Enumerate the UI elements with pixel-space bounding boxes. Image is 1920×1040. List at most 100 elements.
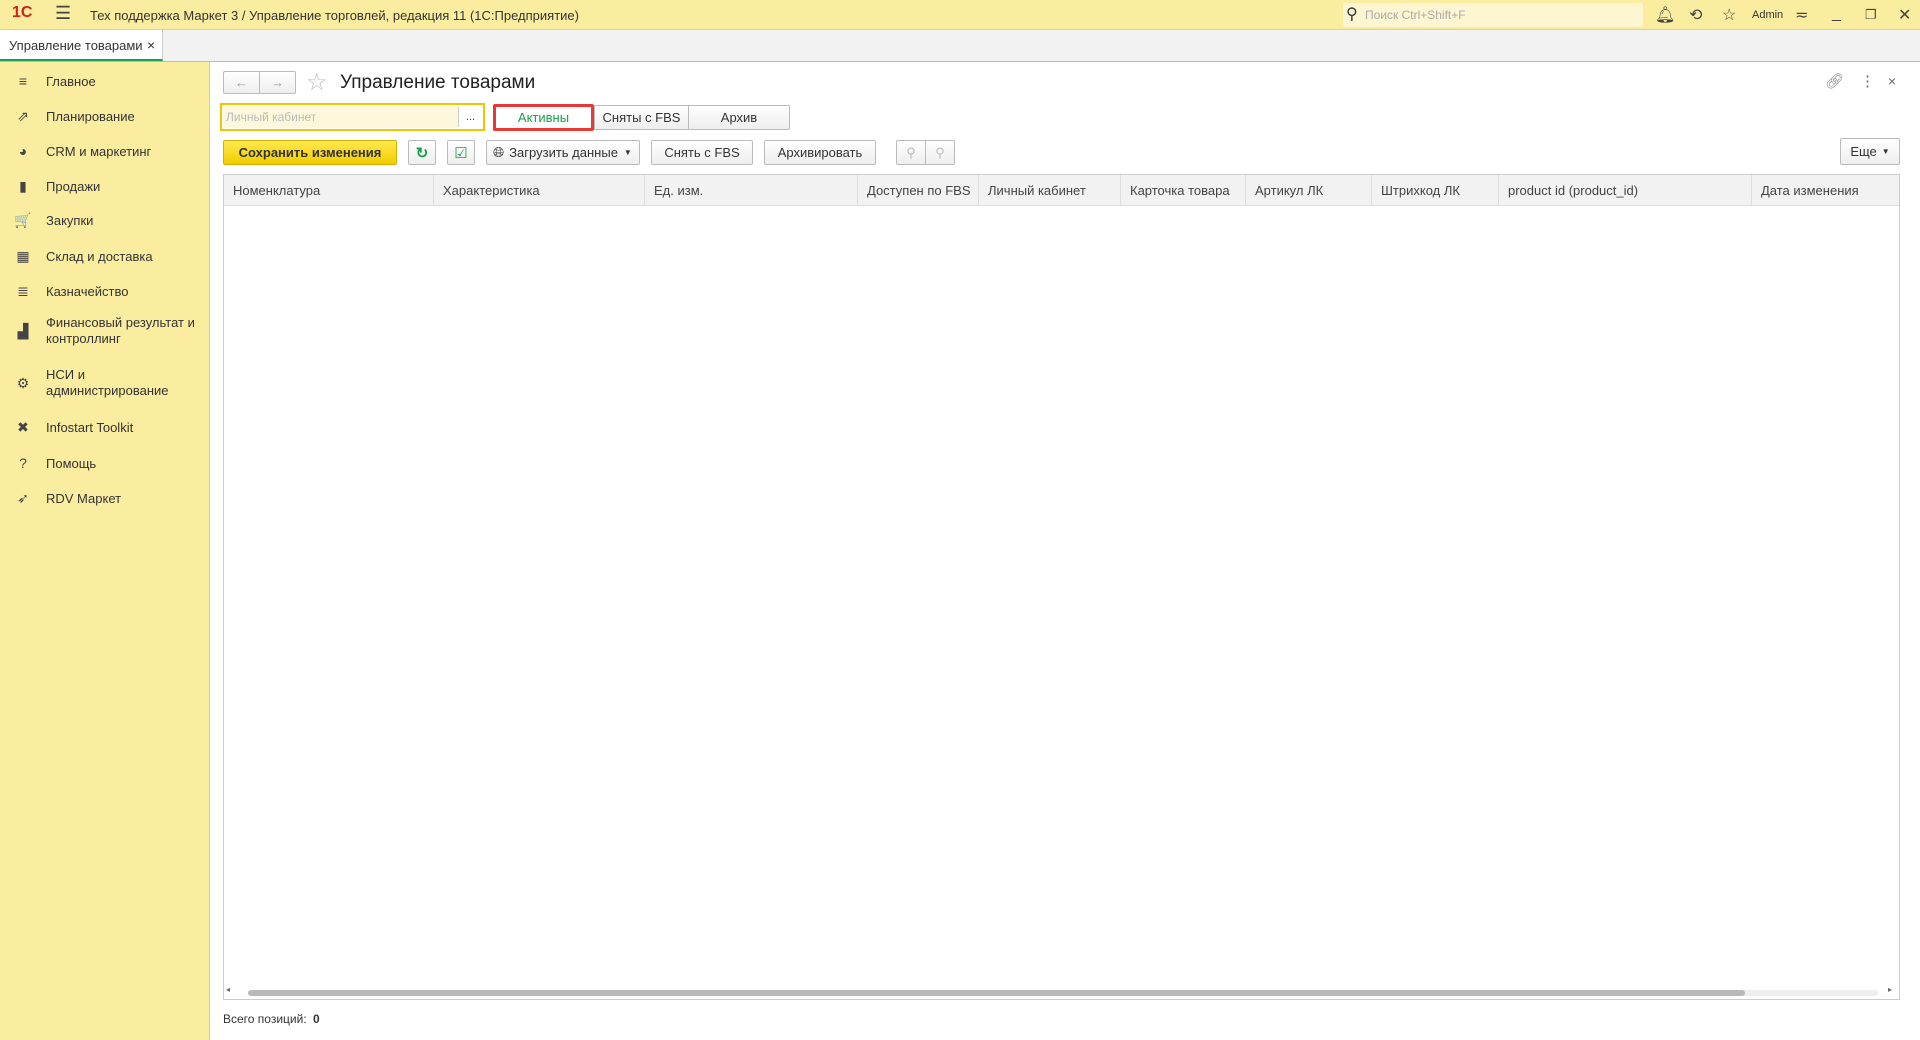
check-all-button[interactable]: ☑	[447, 140, 475, 165]
cart-icon: 🛒	[14, 211, 32, 228]
total-count: 0	[313, 1012, 320, 1026]
more-vertical-icon[interactable]: ⋮	[1860, 72, 1875, 90]
tab-archive[interactable]: Архив	[688, 105, 790, 130]
total-label: Всего позиций:	[223, 1012, 307, 1026]
sidebar-item-infostart[interactable]: ✖ Infostart Toolkit	[0, 417, 210, 437]
close-tab-icon[interactable]: ×	[147, 37, 155, 53]
sidebar-item-label: Склад и доставка	[46, 248, 153, 264]
load-data-label: Загрузить данные	[509, 145, 618, 160]
tab-active[interactable]: Активны	[493, 104, 594, 131]
sidebar-item-label: Планирование	[46, 108, 135, 124]
bar-chart-icon: ▟	[17, 322, 29, 339]
coins-icon: ≣	[17, 282, 29, 299]
minimize-icon[interactable]: _	[1832, 5, 1841, 23]
load-data-button[interactable]: 🌐︎ Загрузить данные ▼	[486, 140, 640, 165]
column-header[interactable]: Штрихкод ЛК	[1372, 175, 1499, 206]
back-button[interactable]: ←	[223, 71, 260, 94]
column-header[interactable]: Характеристика	[434, 175, 645, 206]
clear-search-button[interactable]: ⚲	[925, 140, 955, 165]
search-input[interactable]: ⚲ Поиск Ctrl+Shift+F	[1343, 3, 1643, 27]
column-header[interactable]: Доступен по FBS	[858, 175, 979, 206]
grid-icon: ▦	[16, 247, 30, 264]
horizontal-scrollbar[interactable]: ◂ ▸	[226, 985, 1896, 998]
sidebar-item-label: CRM и маркетинг	[46, 143, 152, 159]
sidebar-item-admin[interactable]: ⚙ НСИ и администрирование	[0, 366, 210, 400]
tools-icon: ✖	[17, 418, 29, 435]
personal-account-field[interactable]: Личный кабинет ...	[220, 103, 485, 131]
sidebar: ≡ Главное ⇗ Планирование ◕ CRM и маркетинг …	[0, 62, 210, 1040]
column-header[interactable]: Номенклатура	[224, 175, 434, 206]
table-header: Номенклатура Характеристика Ед. изм. Дос…	[224, 175, 1899, 206]
column-header[interactable]: Личный кабинет	[979, 175, 1121, 206]
more-button[interactable]: Еще ▼	[1840, 138, 1900, 165]
sidebar-item-label: Казначейство	[46, 283, 129, 299]
restore-icon[interactable]: ❐	[1865, 7, 1877, 23]
close-form-icon[interactable]: ×	[1888, 73, 1896, 89]
sidebar-item-label: RDV Маркет	[46, 490, 122, 506]
bell-icon[interactable]: 🔔︎	[1655, 5, 1675, 25]
tab-removed-fbs[interactable]: Сняты с FBS	[594, 105, 689, 130]
dropdown-arrow-icon: ▼	[623, 148, 632, 157]
sidebar-item-purchases[interactable]: 🛒 Закупки	[0, 210, 210, 230]
column-header[interactable]: Дата изменения	[1752, 175, 1899, 206]
main-menu-icon[interactable]: ☰	[55, 3, 71, 24]
sidebar-item-label: Финансовый результат и контроллинг	[46, 315, 195, 346]
globe-icon: 🌐︎	[493, 144, 505, 160]
refresh-button[interactable]: ↻	[408, 140, 436, 165]
search-placeholder: Поиск Ctrl+Shift+F	[1365, 8, 1466, 22]
close-window-icon[interactable]: ✕	[1898, 5, 1911, 25]
column-header[interactable]: Карточка товара	[1121, 175, 1246, 206]
sidebar-item-label: НСИ и администрирование	[46, 367, 169, 398]
sidebar-item-sales[interactable]: ▮ Продажи	[0, 176, 210, 196]
search-icon: ⚲	[1346, 6, 1358, 23]
sidebar-item-finance[interactable]: ▟ Финансовый результат и контроллинг	[0, 314, 210, 348]
help-icon: ?	[19, 455, 27, 471]
total-positions: Всего позиций: 0	[223, 1012, 320, 1026]
select-button[interactable]: ...	[458, 107, 482, 127]
column-header[interactable]: Ед. изм.	[645, 175, 858, 206]
rocket-icon: ➶	[17, 489, 29, 506]
menu-list-icon: ≡	[18, 73, 28, 89]
chart-icon: ⇗	[17, 107, 29, 124]
search-button[interactable]: ⚲	[896, 140, 926, 165]
filter-placeholder: Личный кабинет	[226, 110, 317, 124]
archive-button[interactable]: Архивировать	[764, 140, 876, 165]
scroll-left-icon[interactable]: ◂	[226, 985, 230, 994]
dropdown-arrow-icon: ▼	[1881, 147, 1890, 156]
remove-fbs-button[interactable]: Снять с FBS	[651, 140, 753, 165]
sidebar-item-rdv[interactable]: ➶ RDV Маркет	[0, 488, 210, 508]
sidebar-item-label: Infostart Toolkit	[46, 419, 134, 435]
title-bar: 1С ☰ Тех поддержка Маркет 3 / Управление…	[0, 0, 1920, 30]
sidebar-item-label: Закупки	[46, 212, 94, 228]
window-title: Тех поддержка Маркет 3 / Управление торг…	[90, 8, 579, 23]
gear-icon: ⚙	[16, 374, 30, 391]
sidebar-item-warehouse[interactable]: ▦ Склад и доставка	[0, 246, 210, 266]
pie-chart-icon: ◕	[18, 143, 28, 159]
bag-icon: ▮	[19, 177, 27, 194]
sidebar-item-label: Продажи	[46, 178, 101, 194]
sidebar-item-label: Главное	[46, 73, 96, 89]
forward-button[interactable]: →	[259, 71, 296, 94]
1c-logo: 1С	[12, 4, 33, 21]
sidebar-item-treasury[interactable]: ≣ Казначейство	[0, 281, 210, 301]
favorite-star-icon[interactable]: ☆	[306, 68, 328, 97]
link-icon[interactable]: 🔗︎	[1825, 72, 1844, 90]
sidebar-item-planning[interactable]: ⇗ Планирование	[0, 106, 210, 126]
save-changes-button[interactable]: Сохранить изменения	[223, 140, 397, 165]
sidebar-item-main[interactable]: ≡ Главное	[0, 71, 210, 91]
tab-upravlenie-tovarami[interactable]: Управление товарами ×	[0, 30, 163, 61]
tab-label: Управление товарами	[9, 38, 143, 53]
history-icon[interactable]: ⟲	[1689, 5, 1702, 25]
products-table[interactable]: Номенклатура Характеристика Ед. изм. Дос…	[223, 174, 1900, 1000]
open-tabs-bar: Управление товарами ×	[0, 30, 1920, 62]
settings-menu-icon[interactable]: ≂	[1795, 5, 1808, 25]
scrollbar-thumb[interactable]	[248, 990, 1745, 996]
scroll-right-icon[interactable]: ▸	[1888, 985, 1892, 994]
column-header[interactable]: product id (product_id)	[1499, 175, 1752, 206]
sidebar-item-help[interactable]: ? Помощь	[0, 453, 210, 473]
page-title: Управление товарами	[340, 72, 536, 93]
star-icon[interactable]: ☆	[1722, 5, 1736, 25]
sidebar-item-crm[interactable]: ◕ CRM и маркетинг	[0, 141, 210, 161]
user-name[interactable]: Admin	[1752, 9, 1783, 21]
column-header[interactable]: Артикул ЛК	[1246, 175, 1372, 206]
